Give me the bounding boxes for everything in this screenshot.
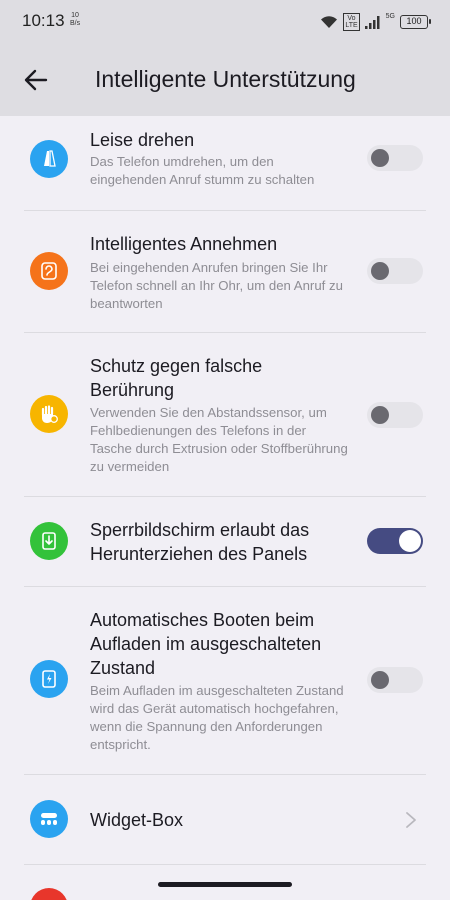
network-type: 5G — [385, 13, 395, 20]
volte-icon: Vo LTE — [343, 13, 360, 31]
signal-icon — [364, 15, 380, 29]
pull-down-panel-icon — [30, 522, 68, 560]
flip-to-mute-toggle[interactable] — [367, 145, 423, 171]
lockscreen-panel-toggle[interactable] — [367, 528, 423, 554]
next-setting-icon-partial — [30, 888, 68, 900]
setting-item-touch-protection[interactable]: Schutz gegen falsche Berührung Verwenden… — [0, 333, 450, 496]
toggle-knob — [371, 406, 389, 424]
toggle-knob — [371, 149, 389, 167]
network-speed-value: 10 — [71, 12, 79, 19]
setting-title: Schutz gegen falsche Berührung — [90, 356, 263, 400]
setting-description: Bei eingehenden Anrufen bringen Sie Ihr … — [90, 260, 343, 311]
volte-top-label: Vo — [347, 15, 356, 22]
status-time: 10:13 — [22, 11, 65, 30]
app-bar: Intelligente Unterstützung — [0, 44, 450, 116]
widget-box-icon — [30, 800, 68, 838]
setting-title: Sperrbildschirm erlaubt das Herunterzieh… — [90, 520, 310, 564]
setting-title: Intelligentes Annehmen — [90, 234, 278, 254]
toggle-knob — [399, 530, 421, 552]
auto-boot-toggle[interactable] — [367, 667, 423, 693]
toggle-knob — [371, 262, 389, 280]
network-speed-unit: B/s — [70, 20, 81, 27]
back-arrow-icon[interactable] — [22, 66, 50, 94]
chevron-right-icon — [406, 812, 416, 828]
charging-phone-icon — [30, 660, 68, 698]
wifi-icon — [321, 16, 338, 28]
setting-title: Widget-Box — [90, 810, 184, 830]
toggle-knob — [371, 671, 389, 689]
network-speed: 10 B/s — [70, 12, 80, 28]
setting-description: Das Telefon umdrehen, um den eingehenden… — [90, 154, 315, 187]
setting-item-flip-to-mute[interactable]: Leise drehen Das Telefon umdrehen, um de… — [0, 116, 450, 210]
status-bar: 10:13 10 B/s Vo LTE 5G 100 — [0, 0, 450, 44]
flip-phone-icon — [30, 140, 68, 178]
volte-bottom-label: LTE — [345, 22, 358, 29]
hand-icon — [30, 395, 68, 433]
setting-description: Verwenden Sie den Abstandssensor, um Feh… — [90, 405, 348, 474]
setting-item-widget-box[interactable]: Widget-Box — [0, 775, 450, 864]
setting-item-auto-boot[interactable]: Automatisches Booten beim Aufladen im au… — [0, 587, 450, 774]
status-icons: Vo LTE 5G 100 — [320, 12, 431, 32]
battery-icon: 100 — [400, 15, 431, 29]
ear-icon — [30, 252, 68, 290]
divider — [24, 864, 426, 865]
battery-level: 100 — [406, 16, 422, 26]
setting-title: Leise drehen — [90, 130, 195, 150]
smart-answer-toggle[interactable] — [367, 258, 423, 284]
setting-item-smart-answer[interactable]: Intelligentes Annehmen Bei eingehenden A… — [0, 211, 450, 332]
touch-protection-toggle[interactable] — [367, 402, 423, 428]
page-title: Intelligente Unterstützung — [95, 66, 356, 92]
setting-item-lockscreen-panel[interactable]: Sperrbildschirm erlaubt das Herunterzieh… — [0, 497, 450, 586]
home-gesture-bar[interactable] — [158, 882, 292, 887]
setting-title: Automatisches Booten beim Aufladen im au… — [90, 610, 322, 678]
setting-description: Beim Aufladen im ausgeschalteten Zustand… — [90, 683, 344, 752]
